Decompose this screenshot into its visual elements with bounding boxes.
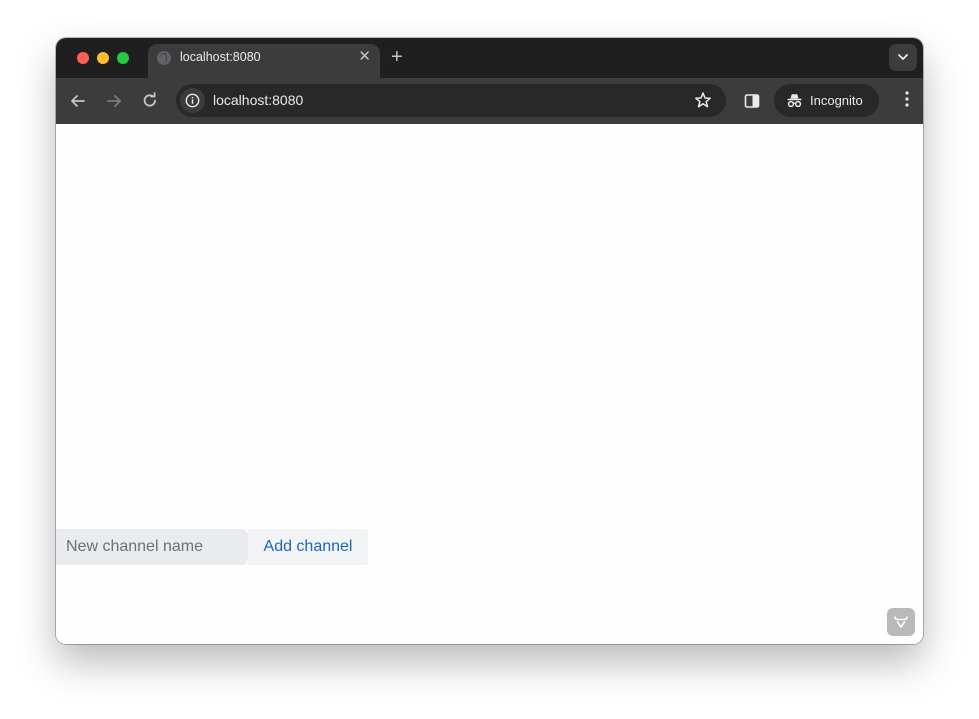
tab-localhost[interactable]: localhost:8080 ✕ bbox=[148, 44, 380, 78]
incognito-indicator[interactable]: Incognito bbox=[774, 84, 879, 117]
more-vertical-icon[interactable] bbox=[905, 91, 909, 107]
arrow-left-icon[interactable] bbox=[68, 91, 88, 111]
maximize-window-button[interactable] bbox=[117, 52, 129, 64]
chevron-down-icon bbox=[898, 54, 908, 60]
site-info-button[interactable] bbox=[180, 88, 205, 113]
add-channel-button[interactable]: Add channel bbox=[248, 529, 368, 565]
address-bar[interactable]: localhost:8080 bbox=[176, 84, 726, 117]
incognito-label: Incognito bbox=[810, 93, 863, 108]
incognito-icon bbox=[787, 94, 802, 108]
browser-toolbar: localhost:8080 Incognito bbox=[56, 78, 923, 124]
url-text[interactable]: localhost:8080 bbox=[213, 92, 303, 108]
close-icon[interactable]: ✕ bbox=[358, 48, 371, 66]
plus-icon[interactable]: + bbox=[391, 46, 403, 68]
reload-icon[interactable] bbox=[140, 91, 160, 111]
tab-search-button[interactable] bbox=[889, 44, 917, 71]
channel-name-input[interactable] bbox=[56, 529, 248, 565]
devtools-logo-icon bbox=[894, 616, 908, 628]
tab-title: localhost:8080 bbox=[180, 50, 261, 64]
arrow-right-icon[interactable] bbox=[104, 91, 124, 111]
devtools-toggle-button[interactable] bbox=[887, 608, 915, 636]
info-icon bbox=[185, 93, 200, 108]
star-icon[interactable] bbox=[694, 91, 712, 109]
add-channel-form: Add channel bbox=[56, 529, 368, 565]
minimize-window-button[interactable] bbox=[97, 52, 109, 64]
close-window-button[interactable] bbox=[77, 52, 89, 64]
browser-window: localhost:8080 ✕ + localhost:8080 Incogn… bbox=[56, 38, 923, 644]
side-panel-icon[interactable] bbox=[742, 91, 762, 111]
tab-strip: localhost:8080 ✕ + bbox=[56, 38, 923, 78]
globe-icon bbox=[157, 51, 171, 65]
page-content: Add channel bbox=[56, 124, 923, 644]
